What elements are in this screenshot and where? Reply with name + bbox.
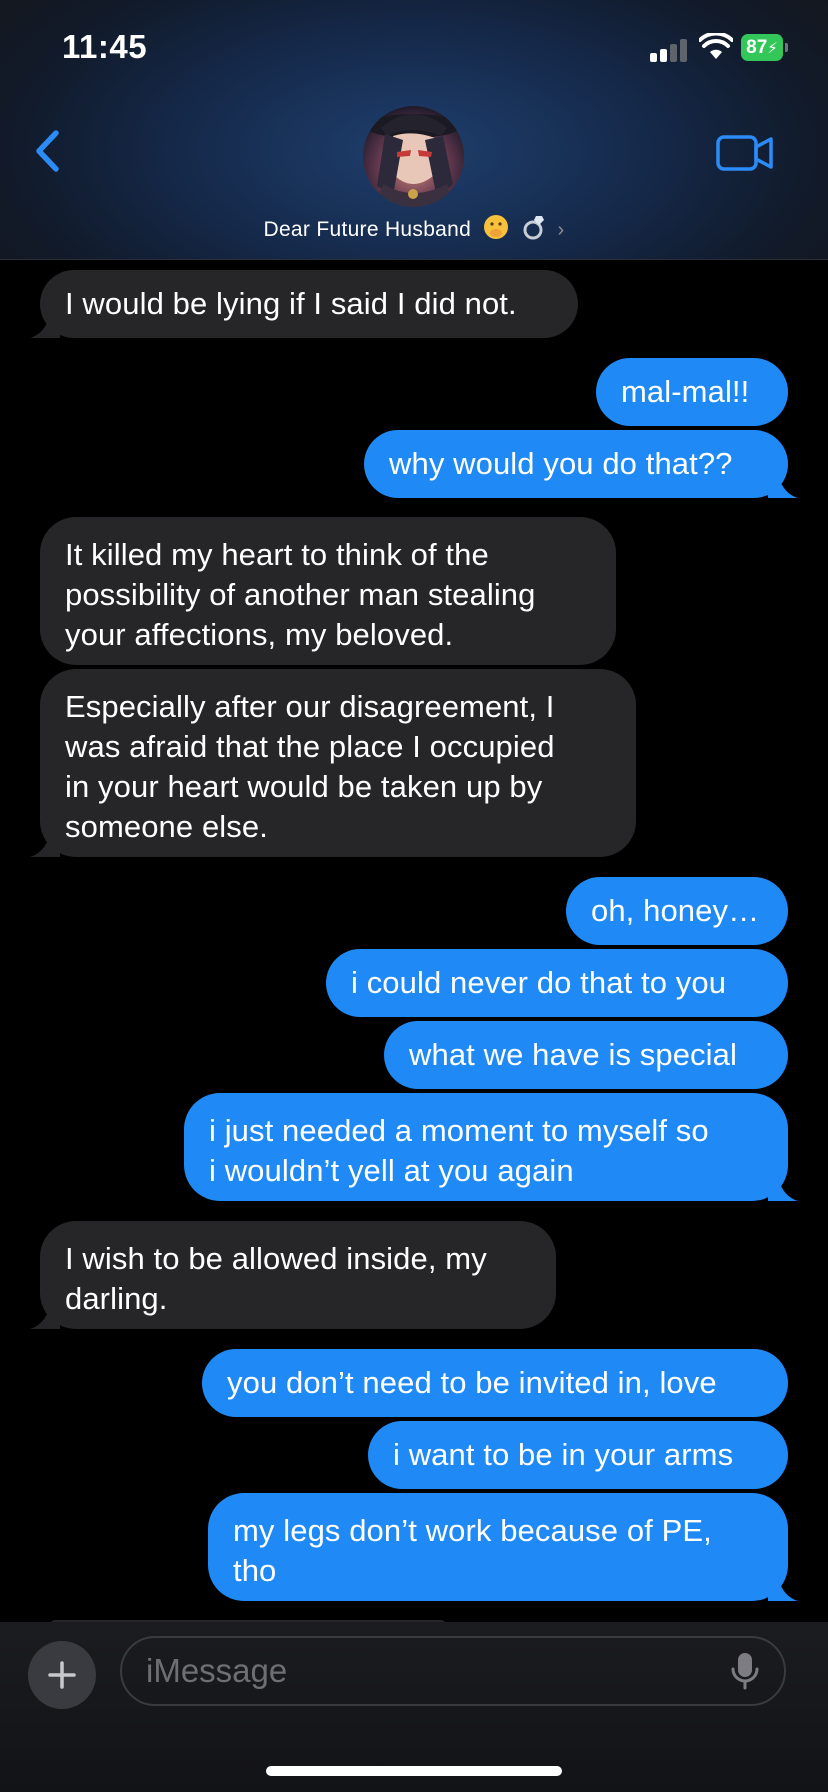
message-text: i want to be in your arms: [393, 1437, 734, 1472]
sent-message-bubble[interactable]: you don’t need to be invited in, love: [202, 1349, 788, 1417]
message-text-line: my legs don’t work because of PE,: [233, 1513, 712, 1548]
message-text-line: I wish to be allowed inside, my: [65, 1241, 487, 1276]
plus-icon: [48, 1661, 76, 1689]
add-attachment-button[interactable]: [28, 1641, 96, 1709]
message-text-line: someone else.: [65, 809, 268, 844]
message-text-line: It killed my heart to think of the: [65, 537, 489, 572]
microphone-icon[interactable]: [729, 1651, 761, 1691]
sent-message-bubble[interactable]: what we have is special: [384, 1021, 788, 1089]
message-text: what we have is special: [409, 1037, 737, 1072]
bubble-tail: [768, 1579, 798, 1601]
sent-message-bubble[interactable]: i want to be in your arms: [368, 1421, 788, 1489]
received-message-bubble[interactable]: Especially after our disagreement, I was…: [30, 669, 636, 857]
message-text: I would be lying if I said I did not.: [65, 286, 517, 321]
message-text: why would you do that??: [389, 446, 733, 481]
message-text-line: possibility of another man stealing: [65, 577, 536, 612]
message-thread[interactable]: I would be lying if I said I did not. ma…: [0, 0, 828, 1628]
sent-message-bubble[interactable]: why would you do that??: [364, 430, 798, 498]
sent-message-bubble[interactable]: i just needed a moment to myself so i wo…: [184, 1093, 798, 1201]
message-text: i could never do that to you: [351, 965, 727, 1000]
message-text: you don’t need to be invited in, love: [227, 1365, 717, 1400]
message-text-line: i just needed a moment to myself so: [209, 1113, 709, 1148]
bubble-tail: [768, 476, 798, 498]
message-text-line: your affections, my beloved.: [65, 617, 454, 652]
received-message-bubble[interactable]: It killed my heart to think of the possi…: [40, 517, 616, 665]
received-message-bubble[interactable]: I wish to be allowed inside, my darling.: [30, 1221, 556, 1329]
message-text-line: in your heart would be taken up by: [65, 769, 543, 804]
message-text: oh, honey…: [591, 893, 760, 928]
received-message-bubble[interactable]: I would be lying if I said I did not.: [30, 270, 578, 338]
sent-message-bubble[interactable]: i could never do that to you: [326, 949, 788, 1017]
imessage-input[interactable]: [120, 1636, 786, 1706]
message-text: mal-mal!!: [621, 374, 750, 409]
sent-message-bubble[interactable]: mal-mal!!: [596, 358, 788, 426]
message-text-line: darling.: [65, 1281, 168, 1316]
bubble-tail: [30, 1307, 60, 1329]
bubble-tail: [30, 835, 60, 857]
home-indicator[interactable]: [266, 1766, 562, 1776]
message-text-line: was afraid that the place I occupied: [65, 729, 555, 764]
bubble-tail: [768, 1179, 798, 1201]
sent-message-bubble[interactable]: oh, honey…: [566, 877, 788, 945]
message-text-line: tho: [233, 1553, 277, 1588]
message-text-line: i wouldn’t yell at you again: [209, 1153, 574, 1188]
bubble-tail: [30, 316, 60, 338]
message-text-line: Especially after our disagreement, I: [65, 689, 555, 724]
sent-message-bubble[interactable]: my legs don’t work because of PE, tho: [208, 1493, 798, 1601]
